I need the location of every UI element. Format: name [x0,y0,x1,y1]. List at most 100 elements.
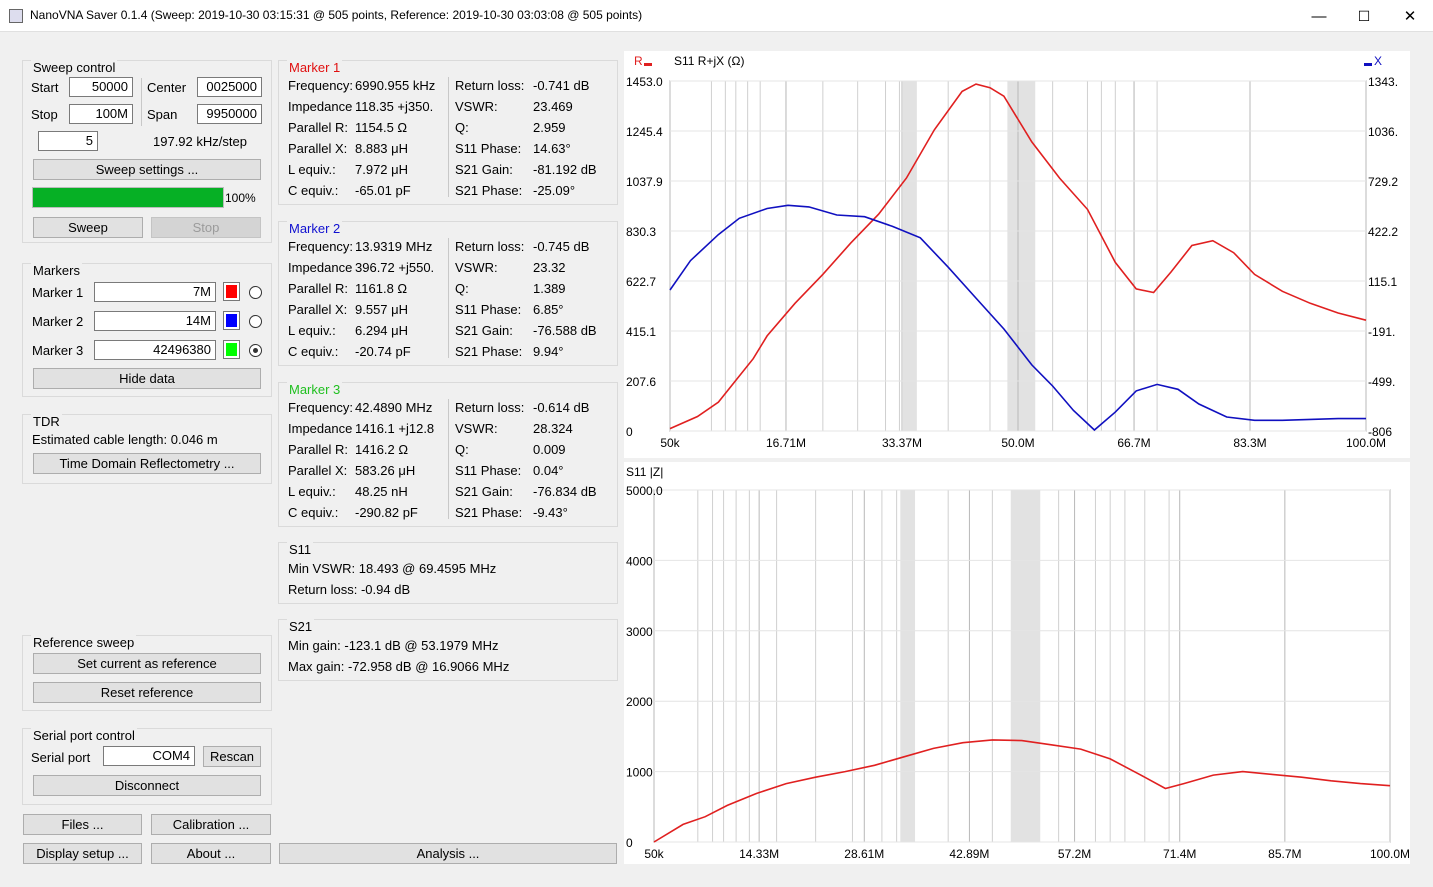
r-legend: R [634,54,643,68]
marker-1-left-value: 118.35 +j350. [355,99,434,114]
marker-1-radio[interactable] [249,286,262,299]
app-icon [9,9,23,23]
marker-3-label: Marker 3 [32,343,84,358]
sweep-divider [141,78,142,126]
span-input[interactable]: 9950000 [197,104,262,124]
sweep-gap-band [902,81,917,431]
sweep-gap-band [1010,490,1041,842]
sweep-settings-button[interactable]: Sweep settings ... [33,159,261,180]
marker-2-right-value: 6.85° [533,302,564,317]
marker-3-right-label: S11 Phase: [455,463,522,478]
serial-port-input[interactable]: COM4 [103,746,195,766]
cable-length-text: Estimated cable length: 0.046 m [32,432,218,447]
marker-3-radio[interactable] [249,344,262,357]
y-tick-label: 4000 [626,554,653,568]
start-input[interactable]: 50000 [69,77,133,97]
marker-1-frequency-input[interactable]: 7M [94,282,216,302]
marker-3-data-title: Marker 3 [287,382,343,397]
marker-1-data-divider [448,77,449,197]
y-right-tick-label: 1036. [1368,125,1398,139]
y-tick-label: 1453.0 [626,75,663,89]
x-legend-swatch [1364,63,1372,66]
x-tick-label: 71.4M [1163,847,1196,861]
marker-2-left-value: 13.9319 MHz [355,239,433,254]
rjx-chart[interactable]: 50k 16.71M 33.37M 50.0M 66.7M 83.3M 100.0M 1453… [624,51,1410,458]
y-tick-label: 2000 [626,695,653,709]
marker-2-left-label: Impedance: [288,260,352,275]
marker-1-right-label: VSWR: [455,99,498,114]
center-input[interactable]: 0025000 [197,77,262,97]
files-button[interactable]: Files ... [23,814,142,835]
x-tick-label: 42.89M [949,847,989,861]
stop-input[interactable]: 100M [69,104,133,124]
marker-2-right-value: 1.389 [533,281,566,296]
marker-2-radio[interactable] [249,315,262,328]
calibration-button[interactable]: Calibration ... [151,814,271,835]
minimize-button[interactable]: — [1296,0,1342,32]
y-right-tick-label: 422.2 [1368,225,1398,239]
marker-3-left-label: Frequency: [288,400,352,415]
z-chart[interactable]: 50k 14.33M 28.61M 42.89M 57.2M 71.4M 85.7M 100.… [624,462,1410,864]
tdr-button[interactable]: Time Domain Reflectometry ... [33,453,261,474]
reference-title: Reference sweep [31,635,137,650]
marker-1-left-label: L equiv.: [288,162,336,177]
s11-summary-title: S11 [287,542,314,557]
set-reference-button[interactable]: Set current as reference [33,653,261,674]
marker-3-right-value: -0.614 dB [533,400,590,415]
marker-2-right-value: 9.94° [533,344,564,359]
markers-title: Markers [31,263,82,278]
marker-1-left-value: 8.883 μH [355,141,409,156]
x-tick-label: 85.7M [1268,847,1301,861]
reset-reference-button[interactable]: Reset reference [33,682,261,703]
marker-3-right-label: VSWR: [455,421,498,436]
marker-2-right-label: S21 Gain: [455,323,513,338]
marker-3-right-label: S21 Gain: [455,484,513,499]
display-setup-button[interactable]: Display setup ... [23,843,142,864]
marker-3-color-button[interactable] [223,340,240,359]
marker-3-left-value: 1416.1 +j12.8 [355,421,435,436]
marker-2-data-title: Marker 2 [287,221,343,236]
marker-3-frequency-input[interactable]: 42496380 [94,340,216,360]
marker-3-right-value: 0.009 [533,442,566,457]
x-tick-label: 33.37M [882,436,922,450]
maximize-button[interactable]: ☐ [1341,0,1387,32]
y-tick-label: 415.1 [626,325,656,339]
window-title: NanoVNA Saver 0.1.4 (Sweep: 2019-10-30 0… [30,8,643,22]
rescan-button[interactable]: Rescan [203,746,261,767]
marker-1-color-button[interactable] [223,282,240,301]
close-button[interactable]: ✕ [1387,0,1433,32]
x-tick-label: 50.0M [1001,436,1034,450]
marker-3-right-value: -9.43° [533,505,568,520]
stop-button[interactable]: Stop [151,217,261,238]
marker-1-data-title: Marker 1 [287,60,343,75]
marker-3-left-value: 48.25 nH [355,484,408,499]
sweep-gap-band [1007,81,1036,431]
marker-2-left-label: C equiv.: [288,344,339,359]
marker-3-left-label: Parallel X: [288,463,348,478]
z-chart-svg: 50k 14.33M 28.61M 42.89M 57.2M 71.4M 85.7M 100.… [626,465,1410,861]
x-tick-label: 14.33M [739,847,779,861]
y-tick-label: 3000 [626,625,653,639]
analysis-button[interactable]: Analysis ... [279,843,617,864]
hide-data-button[interactable]: Hide data [33,368,261,389]
marker-2-left-value: 1161.8 Ω [355,281,408,296]
disconnect-button[interactable]: Disconnect [33,775,261,796]
marker-1-left-label: Parallel X: [288,141,348,156]
y-right-tick-label: -499. [1368,375,1395,389]
marker-2-frequency-input[interactable]: 14M [94,311,216,331]
about-button[interactable]: About ... [151,843,271,864]
marker-2-left-label: Frequency: [288,239,352,254]
marker-3-left-value: -290.82 pF [355,505,418,520]
marker-1-right-value: -0.741 dB [533,78,590,93]
sweep-button[interactable]: Sweep [33,217,143,238]
marker-2-color-button[interactable] [223,311,240,330]
sweep-count-input[interactable]: 5 [38,131,98,151]
marker-3-left-value: 1416.2 Ω [355,442,409,457]
marker-2-right-value: 23.32 [533,260,566,275]
rjx-chart-svg: 50k 16.71M 33.37M 50.0M 66.7M 83.3M 100.0M1453… [626,54,1398,450]
marker-1-right-value: -25.09° [533,183,576,198]
marker-3-right-label: Q: [455,442,469,457]
marker-1-left-label: Parallel R: [288,120,348,135]
marker-3-color-swatch [226,343,237,356]
marker-1-right-label: Q: [455,120,469,135]
